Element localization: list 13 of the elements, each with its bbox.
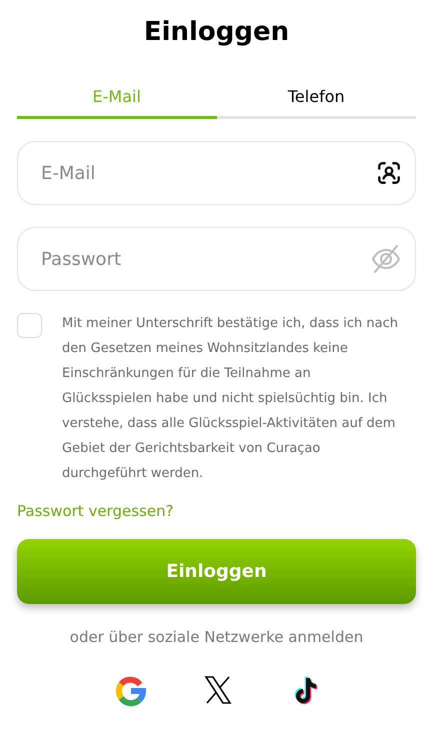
consent-checkbox[interactable] [17,313,42,338]
forgot-password-link[interactable]: Passwort vergessen? [17,500,174,522]
password-field[interactable]: Passwort [17,227,416,291]
x-logo-icon[interactable] [202,675,232,705]
login-button[interactable]: Einloggen [17,538,416,604]
tab[interactable]: E-Mail [17,77,216,119]
email-field[interactable]: E-Mail [17,141,416,205]
social-login-caption: oder über soziale Netzwerke anmelden [70,626,364,648]
google-icon[interactable] [114,675,146,707]
person-scan-icon[interactable] [376,160,402,186]
page-title: Einloggen [144,16,290,49]
consent-text: Mit meiner Unterschrift bestätige ich, dass ich nach den Gesetzen meines Wohnsitzlandes keine Einschränkungen für die Teilnahme an Glücksspielen habe und nicht spielsüchtig bin. Ich verstehe, dass alle Glücksspiel-Aktivitäten auf dem Gebiet der Gerichtsbarkeit von Curaçao durchgeführt werden. [62,315,399,483]
tab[interactable]: Telefon [216,77,416,119]
